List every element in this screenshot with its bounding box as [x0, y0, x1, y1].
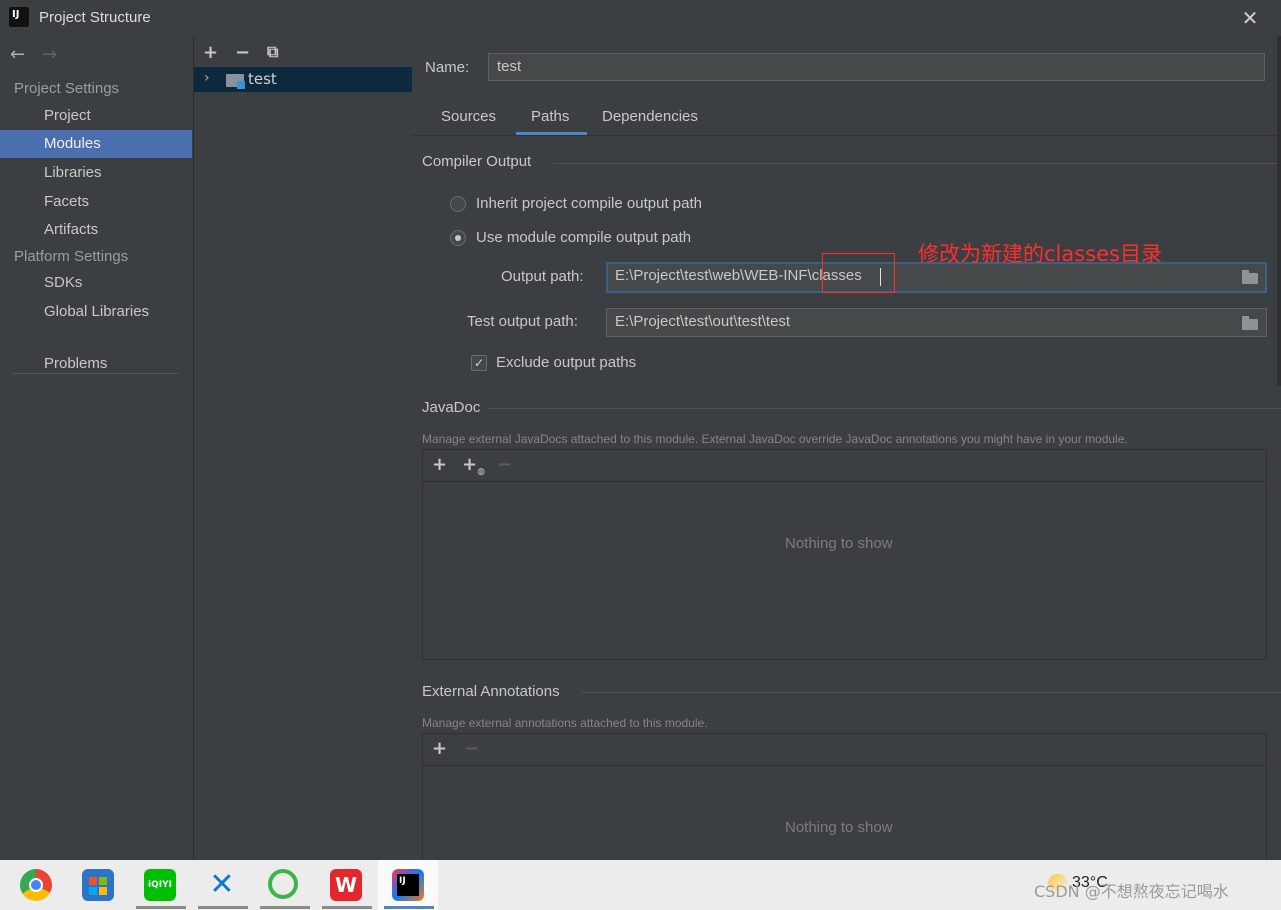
javadoc-list: + +◍ − Nothing to show — [422, 449, 1267, 660]
browse-folder-icon[interactable] — [1242, 316, 1258, 330]
intellij-icon[interactable]: IJ — [392, 869, 424, 901]
running-indicator — [322, 906, 372, 909]
navicat-icon[interactable] — [268, 869, 298, 899]
nav-item-modules[interactable]: Modules — [0, 130, 192, 158]
nav-item-label: Libraries — [44, 164, 102, 181]
nav-item-label: Modules — [44, 135, 101, 152]
tabs-divider — [412, 135, 1281, 136]
annotation-highlight-box — [822, 253, 895, 293]
nav-item-label: Facets — [44, 193, 90, 210]
platform-settings-header: Platform Settings — [14, 248, 129, 265]
nav-item-facets[interactable]: Facets — [0, 188, 192, 216]
use-module-output-radio[interactable] — [450, 230, 466, 246]
external-annotations-title: External Annotations — [422, 683, 560, 700]
tree-row-label: test — [248, 70, 277, 88]
test-output-path-input[interactable]: E:\Project\test\out\test\test — [606, 308, 1267, 337]
csdn-watermark: CSDN @不想熬夜忘记喝水 — [1034, 882, 1229, 901]
settings-navigation: ← → Project Settings Project Modules Lib… — [0, 36, 192, 860]
running-indicator — [260, 906, 310, 909]
wps-icon[interactable]: W — [330, 869, 362, 901]
javadoc-toolbar: + +◍ − — [423, 450, 1266, 482]
tree-row-test[interactable]: › test — [194, 67, 412, 92]
remove-javadoc-icon[interactable]: − — [497, 454, 512, 475]
add-module-icon[interactable]: + — [203, 42, 218, 63]
nav-item-label: Artifacts — [44, 221, 99, 238]
nav-item-label: Global Libraries — [44, 303, 150, 320]
window-title: Project Structure — [39, 9, 151, 26]
nav-item-libraries[interactable]: Libraries — [0, 159, 192, 187]
javadoc-title: JavaDoc — [422, 399, 481, 416]
intellij-logo-icon: IJ — [7, 5, 31, 29]
exclude-output-label[interactable]: Exclude output paths — [496, 354, 636, 371]
store-icon[interactable] — [82, 869, 114, 901]
back-arrow-icon[interactable]: ← — [10, 44, 25, 65]
module-name-input[interactable]: test — [488, 53, 1265, 81]
test-output-path-label: Test output path: — [467, 313, 578, 330]
running-indicator — [198, 906, 248, 909]
tab-dependencies[interactable]: Dependencies — [602, 108, 698, 125]
module-tree-panel: + − ⧉ › test — [193, 36, 413, 860]
output-path-label: Output path: — [501, 268, 584, 285]
external-annotations-description: Manage external annotations attached to … — [422, 716, 708, 730]
add-annotation-icon[interactable]: + — [432, 738, 447, 759]
javadoc-description: Manage external JavaDocs attached to thi… — [422, 432, 1128, 446]
section-divider — [553, 163, 1281, 164]
exclude-output-checkbox[interactable]: ✓ — [471, 355, 487, 371]
nav-item-sdks[interactable]: SDKs — [0, 269, 192, 297]
project-settings-header: Project Settings — [14, 80, 120, 97]
javadoc-empty-text: Nothing to show — [785, 535, 893, 552]
inherit-output-radio[interactable] — [450, 196, 466, 212]
external-annotations-list: + − Nothing to show — [422, 733, 1267, 860]
section-divider — [582, 692, 1281, 693]
tab-sources[interactable]: Sources — [441, 108, 496, 125]
nav-item-label: Project — [44, 107, 91, 124]
section-divider — [488, 408, 1281, 409]
module-settings-panel: Name: test Sources Paths Dependencies Co… — [412, 36, 1281, 860]
add-javadoc-url-icon[interactable]: +◍ — [462, 454, 485, 477]
close-icon[interactable]: ✕ — [1240, 8, 1260, 28]
chrome-icon[interactable] — [20, 869, 52, 901]
use-module-output-label[interactable]: Use module compile output path — [476, 229, 691, 246]
copy-module-icon[interactable]: ⧉ — [267, 42, 278, 62]
add-javadoc-icon[interactable]: + — [432, 454, 447, 475]
running-indicator — [136, 906, 186, 909]
remove-module-icon[interactable]: − — [235, 42, 250, 63]
nav-item-problems[interactable]: Problems — [0, 350, 192, 378]
nav-item-artifacts[interactable]: Artifacts — [0, 216, 192, 244]
nav-item-label: Problems — [44, 355, 108, 372]
nav-item-project[interactable]: Project — [0, 102, 192, 130]
external-annotations-toolbar: + − — [423, 734, 1266, 766]
forward-arrow-icon[interactable]: → — [42, 44, 57, 65]
annotation-text: 修改为新建的classes目录 — [918, 242, 1162, 266]
name-label: Name: — [425, 59, 470, 76]
vscode-icon[interactable]: ✕ — [206, 869, 238, 901]
browse-folder-icon[interactable] — [1242, 270, 1258, 284]
nav-item-global-libraries[interactable]: Global Libraries — [0, 298, 192, 326]
remove-annotation-icon[interactable]: − — [464, 738, 479, 759]
inherit-output-label[interactable]: Inherit project compile output path — [476, 195, 702, 212]
taskbar: iQIYI ✕ W IJ 33°C CSDN @不想熬夜忘记喝水 — [0, 860, 1281, 910]
running-indicator — [384, 906, 434, 909]
tab-paths[interactable]: Paths — [531, 108, 569, 125]
chevron-right-icon[interactable]: › — [204, 70, 210, 86]
external-annotations-empty-text: Nothing to show — [785, 819, 893, 836]
iqiyi-icon[interactable]: iQIYI — [144, 869, 176, 901]
compiler-output-title: Compiler Output — [422, 153, 532, 170]
scrollbar[interactable] — [1277, 36, 1281, 386]
nav-item-label: SDKs — [44, 274, 83, 291]
title-bar: IJ Project Structure ✕ — [0, 0, 1281, 36]
text-caret — [880, 268, 881, 286]
module-folder-icon — [226, 74, 245, 89]
